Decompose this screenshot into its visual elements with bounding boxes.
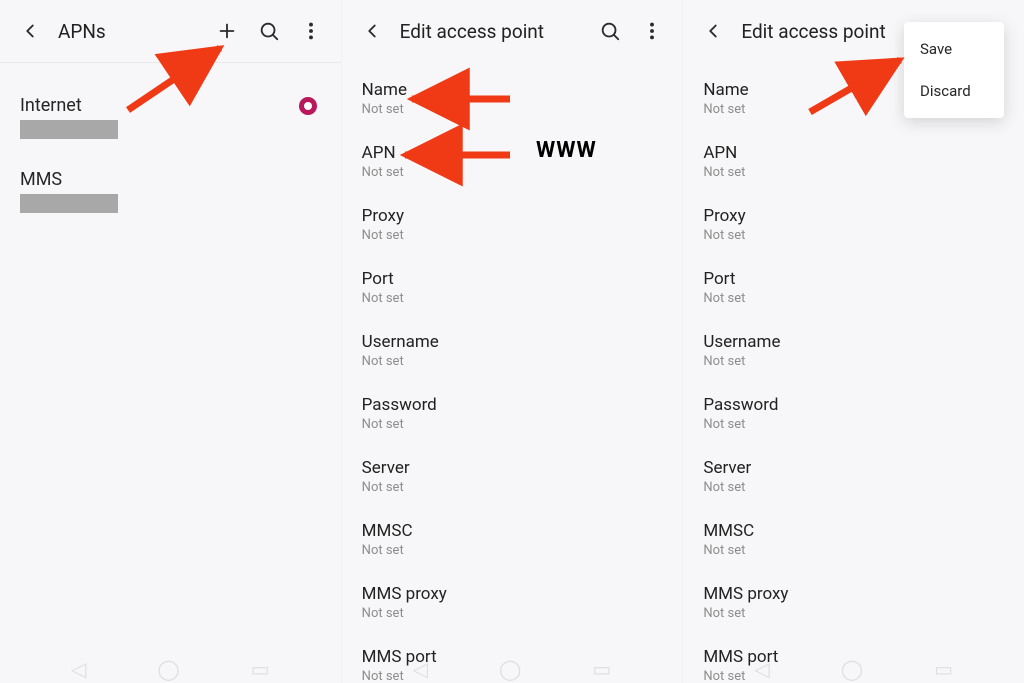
setting-apn[interactable]: APN Not set [342,131,683,194]
setting-value: Not set [703,417,1004,432]
setting-value: Not set [703,480,1004,495]
screen-edit-apn-menu: Edit access point NameNot setAPNNot setP… [683,0,1024,683]
setting-mmsc[interactable]: MMSC Not set [342,509,683,572]
setting-port[interactable]: Port Not set [683,257,1024,320]
setting-value: Not set [703,606,1004,621]
apn-item-internet[interactable]: Internet [20,85,321,159]
setting-label: APN [362,143,663,163]
setting-label: Username [703,332,1004,352]
back-icon[interactable] [699,17,727,45]
setting-value: Not set [362,354,663,369]
setting-server[interactable]: Server Not set [683,446,1024,509]
more-icon[interactable] [638,17,666,45]
setting-label: Port [703,269,1004,289]
settings-list: Name Not set APN Not set Proxy Not set Port Not… [342,62,683,683]
setting-server[interactable]: Server Not set [342,446,683,509]
setting-label: APN [703,143,1004,163]
overflow-menu: Save Discard [904,22,1004,118]
setting-password[interactable]: Password Not set [342,383,683,446]
setting-label: MMS proxy [362,584,663,604]
setting-label: Port [362,269,663,289]
setting-label: MMSC [362,521,663,541]
setting-label: Proxy [703,206,1004,226]
settings-list: NameNot setAPNNot setProxyNot setPortNot… [683,62,1024,683]
setting-value: Not set [362,228,663,243]
setting-value: Not set [703,291,1004,306]
page-title: Edit access point [400,20,544,43]
setting-label: Proxy [362,206,663,226]
apn-item-mms[interactable]: MMS [20,159,321,233]
setting-value: Not set [362,606,663,621]
setting-label: Name [362,80,663,100]
apn-list: Internet MMS [0,63,341,255]
setting-value: Not set [362,291,663,306]
setting-value: Not set [362,165,663,180]
setting-value: Not set [703,228,1004,243]
setting-label: MMS proxy [703,584,1004,604]
add-icon[interactable] [213,17,241,45]
setting-username[interactable]: Username Not set [683,320,1024,383]
setting-proxy[interactable]: Proxy Not set [342,194,683,257]
setting-label: Server [703,458,1004,478]
setting-value: Not set [703,165,1004,180]
more-icon[interactable] [297,17,325,45]
setting-label: Password [703,395,1004,415]
setting-value: Not set [703,354,1004,369]
setting-value: Not set [703,543,1004,558]
android-navbar: ◁◯▭ [683,657,1024,683]
setting-label: Username [362,332,663,352]
back-icon[interactable] [16,17,44,45]
topbar: Edit access point [342,0,683,62]
setting-label: Password [362,395,663,415]
apn-detail-redacted [20,194,118,213]
android-navbar: ◁◯▭ [0,657,341,683]
setting-username[interactable]: Username Not set [342,320,683,383]
back-icon[interactable] [358,17,386,45]
setting-proxy[interactable]: Proxy Not set [683,194,1024,257]
apn-detail-redacted [20,120,118,139]
setting-value: Not set [362,417,663,432]
setting-label: MMSC [703,521,1004,541]
setting-name[interactable]: Name Not set [342,68,683,131]
search-icon[interactable] [596,17,624,45]
setting-password[interactable]: Password Not set [683,383,1024,446]
page-title: Edit access point [741,20,885,43]
setting-value: Not set [362,480,663,495]
menu-item-save[interactable]: Save [904,28,1004,70]
setting-mms-proxy[interactable]: MMS proxy Not set [683,572,1024,635]
page-title: APNs [58,20,106,43]
setting-label: Server [362,458,663,478]
search-icon[interactable] [255,17,283,45]
topbar: APNs [0,0,341,62]
apn-radio-selected[interactable] [299,97,317,115]
setting-mms-proxy[interactable]: MMS proxy Not set [342,572,683,635]
setting-value: Not set [362,102,663,117]
screen-apn-list: APNs Internet MMS [0,0,342,683]
setting-value: Not set [362,543,663,558]
apn-name: Internet [20,95,299,116]
menu-item-discard[interactable]: Discard [904,70,1004,112]
setting-mmsc[interactable]: MMSC Not set [683,509,1024,572]
setting-apn[interactable]: APN Not set [683,131,1024,194]
apn-name: MMS [20,169,321,190]
setting-port[interactable]: Port Not set [342,257,683,320]
android-navbar: ◁◯▭ [342,657,683,683]
screen-edit-apn: Edit access point NameNot setAPNNot setP… [342,0,684,683]
